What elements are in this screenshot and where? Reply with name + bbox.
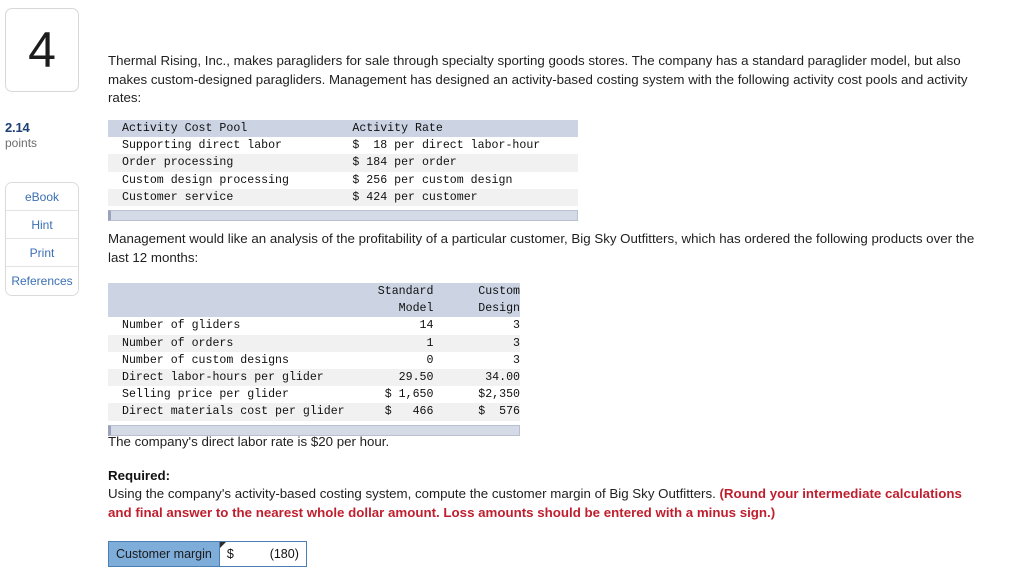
customer-product-table-container: Standard Custom Model Design Number of g… xyxy=(108,283,520,436)
hint-button[interactable]: Hint xyxy=(6,211,78,239)
activity-rate-table-container: Activity Cost Pool Activity Rate Support… xyxy=(108,120,578,222)
cell-standard-number-of-gliders: 14 xyxy=(419,319,434,333)
table-row: Order processing $ 184 per order xyxy=(108,154,578,172)
header-design: Design xyxy=(478,302,520,316)
print-button[interactable]: Print xyxy=(6,239,78,267)
cell-rate-customer-service: $ 424 per customer xyxy=(352,190,478,204)
cell-pool-supporting-direct-labor: Supporting direct labor xyxy=(122,139,283,153)
table-row: Number of gliders 14 3 xyxy=(108,317,520,335)
cell-rate-custom-design-processing: $ 256 per custom design xyxy=(352,173,513,187)
horizontal-scrollbar[interactable] xyxy=(108,210,578,222)
cell-custom-number-of-custom-designs: 3 xyxy=(513,353,520,367)
currency-symbol: $ xyxy=(226,547,234,561)
question-number-box: 4 xyxy=(5,8,79,92)
cell-pool-order-processing: Order processing xyxy=(122,156,234,170)
cell-label-number-of-gliders: Number of gliders xyxy=(122,319,241,333)
table-header-row: Activity Cost Pool Activity Rate xyxy=(108,120,578,138)
table-row: Number of orders 1 3 xyxy=(108,334,520,352)
labor-rate-paragraph: The company's direct labor rate is $20 p… xyxy=(108,434,390,449)
cell-comment-flag-icon xyxy=(219,542,226,548)
cell-standard-number-of-custom-designs: 0 xyxy=(426,353,434,367)
cell-custom-number-of-orders: 3 xyxy=(513,336,520,350)
table-row: Direct materials cost per glider $ 466 $… xyxy=(108,403,520,421)
cell-label-number-of-orders: Number of orders xyxy=(122,336,234,350)
table-row: Supporting direct labor $ 18 per direct … xyxy=(108,137,578,155)
question-content: Thermal Rising, Inc., makes paragliders … xyxy=(108,0,1016,584)
cell-label-direct-labor-hours-per-glider: Direct labor-hours per glider xyxy=(122,371,324,385)
references-button[interactable]: References xyxy=(6,267,78,295)
activity-rate-table: Activity Cost Pool Activity Rate Support… xyxy=(108,120,578,207)
table-row: Number of custom designs 0 3 xyxy=(108,351,520,370)
header-blank-top xyxy=(108,283,339,300)
cell-label-direct-materials-cost-per-glider: Direct materials cost per glider xyxy=(122,405,345,419)
customer-product-table: Standard Custom Model Design Number of g… xyxy=(108,283,520,421)
cell-custom-selling-price-per-glider: $2,350 xyxy=(478,388,520,402)
required-block: Required: Using the company's activity-b… xyxy=(108,467,988,522)
header-activity-cost-pool: Activity Cost Pool xyxy=(122,122,248,135)
cell-standard-direct-labor-hours-per-glider: 29.50 xyxy=(398,371,434,385)
tool-button-group: eBook Hint Print References xyxy=(5,182,79,296)
points-display: 2.14 points xyxy=(5,120,85,150)
points-value: 2.14 xyxy=(5,120,30,135)
cell-rate-supporting-direct-labor: $ 18 per direct labor-hour xyxy=(352,139,541,153)
table-row: Custom design processing $ 256 per custo… xyxy=(108,171,578,189)
cell-pool-custom-design-processing: Custom design processing xyxy=(122,173,289,187)
cell-pool-customer-service: Customer service xyxy=(122,190,234,204)
intro-paragraph: Thermal Rising, Inc., makes paragliders … xyxy=(108,53,968,105)
table-row: Direct labor-hours per glider 29.50 34.0… xyxy=(108,369,520,387)
header-standard: Standard xyxy=(377,285,434,298)
cell-standard-number-of-orders: 1 xyxy=(426,336,434,350)
header-custom: Custom xyxy=(478,285,520,298)
cell-custom-direct-labor-hours-per-glider: 34.00 xyxy=(485,371,520,385)
customer-margin-value: (180) xyxy=(269,547,299,561)
cell-custom-direct-materials-cost-per-glider: $ 576 xyxy=(478,405,520,419)
header-model: Model xyxy=(398,302,434,316)
cell-custom-number-of-gliders: 3 xyxy=(513,319,520,333)
table-row: Selling price per glider $ 1,650 $2,350 xyxy=(108,386,520,404)
table-row: Customer service $ 424 per customer xyxy=(108,188,578,207)
cell-rate-order-processing: $ 184 per order xyxy=(352,156,457,170)
customer-margin-answer-row: Customer margin $ (180) xyxy=(108,541,307,567)
question-sidebar: 4 2.14 points eBook Hint Print Reference… xyxy=(0,0,100,584)
points-label: points xyxy=(5,136,38,150)
cell-standard-selling-price-per-glider: $ 1,650 xyxy=(384,388,434,402)
table-header-row-bottom: Model Design xyxy=(108,300,520,318)
customer-margin-label: Customer margin xyxy=(109,542,220,566)
cell-label-number-of-custom-designs: Number of custom designs xyxy=(122,353,289,367)
header-blank-bottom xyxy=(108,300,339,317)
table-header-row-top: Standard Custom xyxy=(108,283,520,301)
cell-standard-direct-materials-cost-per-glider: $ 466 xyxy=(384,405,434,419)
required-label: Required: xyxy=(108,468,171,483)
question-number: 4 xyxy=(28,22,56,78)
ebook-button[interactable]: eBook xyxy=(6,183,78,211)
cell-label-selling-price-per-glider: Selling price per glider xyxy=(122,388,289,402)
customer-margin-input[interactable]: $ (180) xyxy=(219,542,306,566)
header-activity-rate: Activity Rate xyxy=(352,122,443,135)
required-instruction: Using the company's activity-based costi… xyxy=(108,486,720,501)
required-text: Using the company's activity-based costi… xyxy=(108,485,988,522)
analysis-paragraph: Management would like an analysis of the… xyxy=(108,231,975,265)
